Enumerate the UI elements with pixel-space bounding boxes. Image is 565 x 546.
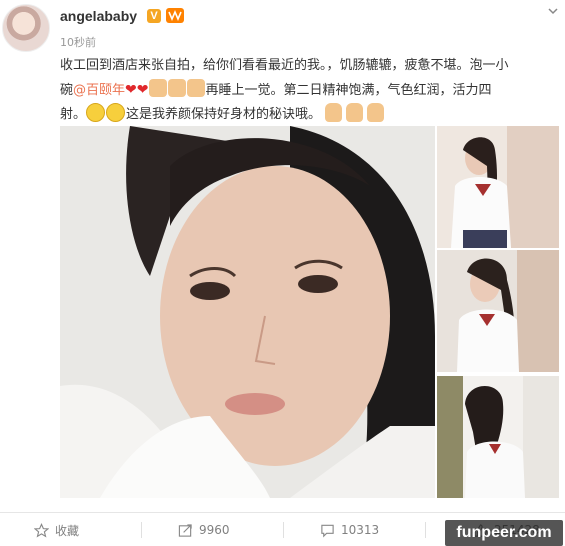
share-button[interactable]: 9960 (178, 520, 230, 540)
share-count: 9960 (199, 523, 230, 537)
post-line-2-post: 再睡上一觉。第二日精神饱满，气色红润，活力四 (205, 83, 492, 98)
thumbnail-photo-2[interactable] (437, 250, 559, 372)
post-line-1: 收工回到酒店来张自拍，给你们看看最近的我。，饥肠辘辘，疲惫不堪。泡一小 (60, 58, 509, 73)
comment-icon (321, 524, 334, 537)
post-text: 收工回到酒店来张自拍，给你们看看最近的我。，饥肠辘辘，疲惫不堪。泡一小 碗@百颐… (60, 54, 550, 127)
avatar[interactable] (2, 4, 50, 52)
main-photo[interactable] (60, 126, 435, 498)
separator (425, 522, 426, 538)
victory-hand-emoji-icon (346, 103, 364, 122)
share-icon (178, 523, 192, 537)
action-bar-divider (0, 512, 565, 513)
favorite-label: 收藏 (55, 523, 80, 538)
heart-emoji-icon: ❤❤ (125, 82, 149, 98)
grin-emoji-icon (86, 103, 106, 122)
mention-link[interactable]: @百颐年 (73, 83, 125, 98)
victory-hand-emoji-icon (325, 103, 343, 122)
post-time[interactable]: 10秒前 (60, 34, 96, 50)
separator (283, 522, 284, 538)
chevron-down-icon[interactable] (546, 4, 560, 18)
comment-count: 10313 (341, 523, 380, 537)
thumbs-up-emoji-icon (148, 79, 167, 97)
star-icon (34, 522, 49, 537)
thumbs-up-emoji-icon (167, 79, 186, 97)
separator (141, 522, 142, 538)
victory-hand-emoji-icon (367, 103, 385, 122)
username[interactable]: angelababy (60, 8, 137, 24)
post-line-3-pre: 射。 (60, 107, 87, 122)
comment-button[interactable]: 10313 (320, 520, 379, 540)
weibo-post-card: angelababy V 10秒前 收工回到酒店来张自拍，给你们看看最近的我。，… (0, 0, 565, 546)
watermark: funpeer.com (445, 520, 563, 546)
post-line-3-post: 这是我养颜保持好身材的秘诀哦。 (126, 107, 322, 122)
favorite-button[interactable]: 收藏 (34, 520, 79, 540)
thumbnail-photo-1[interactable] (437, 126, 559, 248)
thumbs-up-emoji-icon (186, 79, 205, 97)
vip-icon (166, 8, 184, 23)
thumbnail-photo-3[interactable] (437, 376, 559, 498)
verified-badge: V (147, 9, 161, 23)
grin-emoji-icon (106, 103, 126, 122)
post-line-2-pre: 碗 (60, 83, 74, 98)
